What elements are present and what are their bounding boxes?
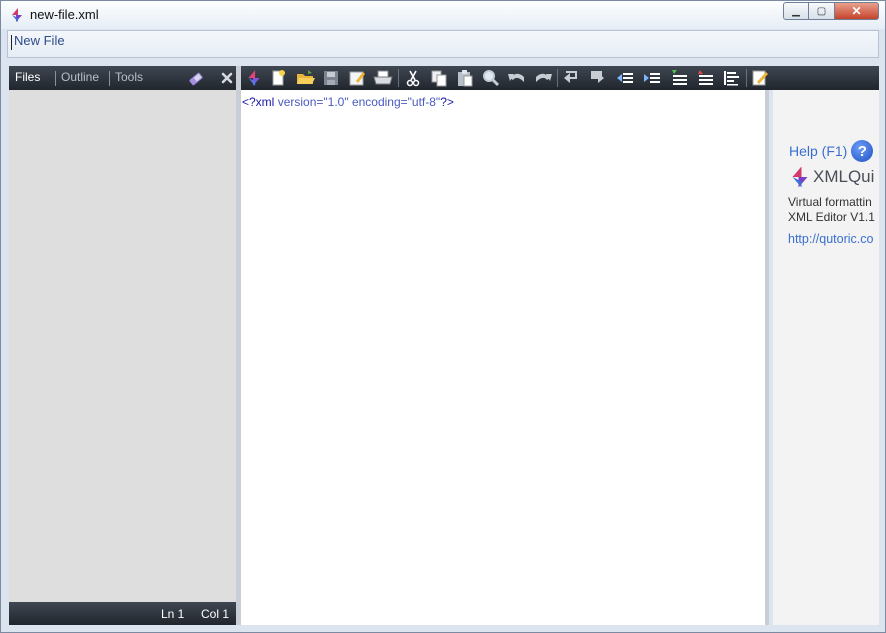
maximize-button[interactable]: ▢	[809, 2, 835, 20]
app-window: new-file.xml ▁ ▢ ✕ New File Files Outlin…	[0, 0, 886, 633]
maximize-icon: ▢	[816, 5, 827, 17]
window-title: new-file.xml	[30, 7, 99, 22]
print-icon	[373, 70, 393, 85]
logo-button[interactable]	[244, 68, 264, 88]
indent-icon	[644, 73, 660, 83]
indent-button[interactable]	[641, 68, 661, 88]
cut-icon	[406, 70, 420, 87]
help-icon: ?	[851, 140, 874, 162]
new-file-button[interactable]	[268, 68, 288, 88]
minimize-button[interactable]: ▁	[783, 2, 809, 20]
save-as-icon	[349, 71, 365, 86]
text-caret	[11, 35, 12, 50]
brand-logo: XMLQui	[787, 165, 874, 189]
toolbar-separator	[746, 69, 747, 87]
format-icon	[724, 71, 739, 86]
outdent-icon	[617, 73, 633, 83]
collapse-button[interactable]	[695, 68, 715, 88]
open-button[interactable]	[296, 68, 316, 88]
find-icon	[483, 70, 500, 87]
redo-button[interactable]	[533, 68, 553, 88]
tab-tools[interactable]: Tools	[115, 70, 143, 84]
main-toolbar	[241, 66, 879, 90]
website-link[interactable]: http://qutoric.co	[788, 232, 873, 246]
undo-icon	[508, 73, 524, 82]
eraser-icon[interactable]	[187, 69, 205, 87]
save-icon	[324, 71, 338, 85]
save-button[interactable]	[321, 68, 341, 88]
xml-declaration-open: <?xml	[242, 95, 275, 109]
expand-button[interactable]	[669, 68, 689, 88]
help-label: Help (F1)	[789, 143, 848, 159]
description-line-2: XML Editor V1.1	[788, 210, 875, 224]
editor-line-1: <?xml version="1.0" encoding="utf-8"?>	[242, 95, 454, 109]
outdent-button[interactable]	[615, 68, 635, 88]
edit-button[interactable]	[750, 68, 770, 88]
paste-button[interactable]	[455, 68, 475, 88]
close-icon[interactable]	[218, 69, 236, 87]
column-indicator: Col 1	[201, 607, 230, 621]
title-bar: new-file.xml ▁ ▢ ✕	[1, 1, 885, 29]
xml-version-attribute: version="1.0"	[277, 95, 349, 109]
move-down-icon	[591, 71, 604, 83]
cut-button[interactable]	[403, 68, 423, 88]
tab-files[interactable]: Files	[15, 70, 40, 84]
file-path-bar[interactable]: New File	[7, 30, 879, 58]
expand-icon	[672, 70, 687, 85]
description-line-1: Virtual formattin	[788, 195, 872, 209]
paste-icon	[458, 70, 473, 87]
undo-button[interactable]	[507, 68, 527, 88]
save-as-button[interactable]	[347, 68, 367, 88]
move-up-icon	[564, 71, 577, 83]
copy-button[interactable]	[429, 68, 449, 88]
open-folder-icon	[297, 70, 315, 84]
left-panel-tabs: Files Outline Tools	[9, 66, 236, 90]
new-file-icon	[272, 70, 285, 86]
toolbar-separator	[398, 69, 399, 87]
print-button[interactable]	[373, 68, 393, 88]
xmlquire-logo-icon	[792, 166, 808, 188]
move-up-button[interactable]	[561, 68, 581, 88]
xml-declaration-close: ?>	[440, 95, 454, 109]
format-button[interactable]	[721, 68, 741, 88]
info-side-panel: Help (F1) ? XMLQui Virtual formattin XML…	[773, 90, 879, 625]
help-link[interactable]: Help (F1) ?	[789, 140, 874, 162]
minimize-icon: ▁	[792, 5, 800, 17]
move-down-button[interactable]	[587, 68, 607, 88]
find-button[interactable]	[481, 68, 501, 88]
close-button[interactable]: ✕	[835, 2, 879, 20]
tab-divider	[55, 71, 56, 86]
toolbar-separator	[557, 69, 558, 87]
cursor-status-bar: Ln 1 Col 1	[9, 602, 236, 625]
tab-outline[interactable]: Outline	[61, 70, 99, 84]
edit-icon	[752, 70, 768, 86]
tab-divider	[109, 71, 110, 86]
xmlquire-logo-icon	[12, 8, 22, 22]
xml-encoding-attribute: encoding="utf-8"	[351, 95, 441, 109]
file-path-value: New File	[14, 33, 65, 48]
left-panel: Files Outline Tools Ln 1 Col 1	[9, 66, 236, 625]
close-icon: ✕	[851, 4, 862, 18]
window-controls: ▁ ▢ ✕	[783, 2, 879, 20]
brand-name: XMLQui	[813, 167, 875, 186]
redo-icon	[536, 73, 552, 82]
line-indicator: Ln 1	[161, 607, 185, 621]
xmlquire-logo-icon	[248, 70, 260, 86]
copy-icon	[431, 70, 447, 87]
collapse-icon	[698, 70, 713, 85]
xml-editor[interactable]: <?xml version="1.0" encoding="utf-8"?>	[241, 90, 769, 625]
